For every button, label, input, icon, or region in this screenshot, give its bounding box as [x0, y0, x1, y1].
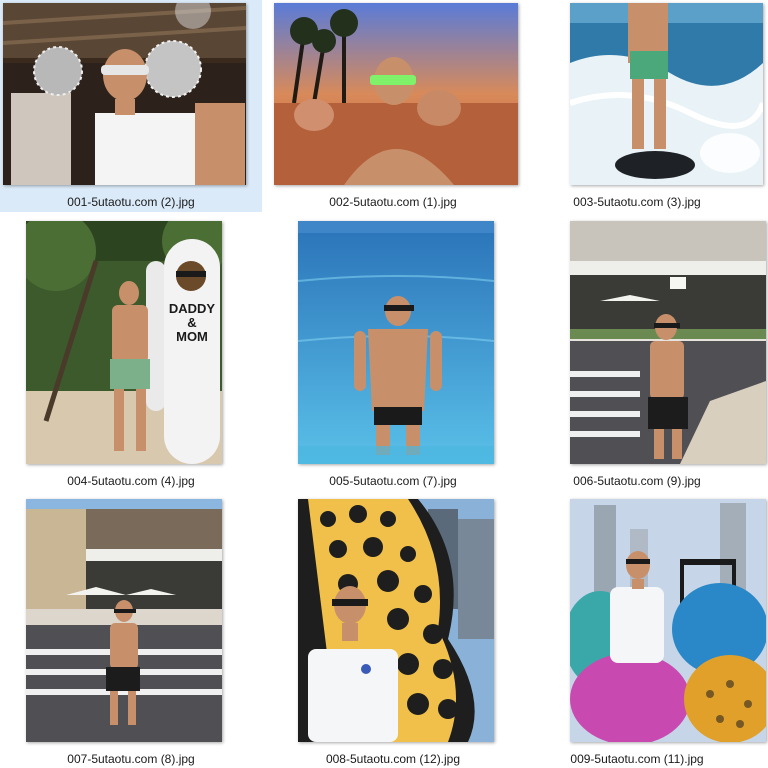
file-tile-006[interactable]: 006-5utaotu.com (9).jpg — [506, 212, 768, 488]
file-name: 005-5utaotu.com (7).jpg — [329, 474, 457, 488]
thumbnail-image — [298, 221, 494, 464]
file-name: 009-5utaotu.com (11).jpg — [570, 752, 704, 766]
thumbnail-image: DADDY & MOM — [26, 221, 222, 464]
file-name: 004-5utaotu.com (4).jpg — [67, 474, 195, 488]
file-tile-005[interactable]: 005-5utaotu.com (7).jpg — [262, 212, 524, 488]
thumbnail-grid: 001-5utaotu.com (2).jpg 002-5utaotu.com … — [0, 0, 768, 768]
thumbnail-image — [570, 3, 763, 185]
file-name: 001-5utaotu.com (2).jpg — [67, 195, 195, 209]
thumbnail-image — [274, 3, 518, 185]
thumbnail-image — [570, 499, 766, 742]
file-tile-009[interactable]: 009-5utaotu.com (11).jpg — [506, 490, 768, 766]
file-tile-002[interactable]: 002-5utaotu.com (1).jpg — [262, 0, 524, 212]
file-tile-004[interactable]: DADDY & MOM 004-5utaotu.com (4).jpg — [0, 212, 262, 488]
file-name: 006-5utaotu.com (9).jpg — [573, 474, 701, 488]
thumbnail-image — [26, 499, 222, 742]
file-name: 008-5utaotu.com (12).jpg — [325, 752, 461, 766]
file-tile-008[interactable]: 008-5utaotu.com (12).jpg — [262, 490, 524, 766]
file-name: 003-5utaotu.com (3).jpg — [573, 195, 701, 209]
file-tile-007[interactable]: 007-5utaotu.com (8).jpg — [0, 490, 262, 766]
file-name: 002-5utaotu.com (1).jpg — [329, 195, 457, 209]
surfboard-text-daddy: DADDY — [169, 301, 216, 316]
file-tile-001[interactable]: 001-5utaotu.com (2).jpg — [0, 0, 262, 212]
thumbnail-image — [570, 221, 766, 464]
thumbnail-image — [3, 3, 246, 185]
surfboard-text-mom: MOM — [176, 329, 208, 344]
thumbnail-image — [298, 499, 494, 742]
file-name: 007-5utaotu.com (8).jpg — [67, 752, 195, 766]
surfboard-text-amp: & — [187, 315, 196, 330]
file-tile-003[interactable]: 003-5utaotu.com (3).jpg — [506, 0, 768, 212]
